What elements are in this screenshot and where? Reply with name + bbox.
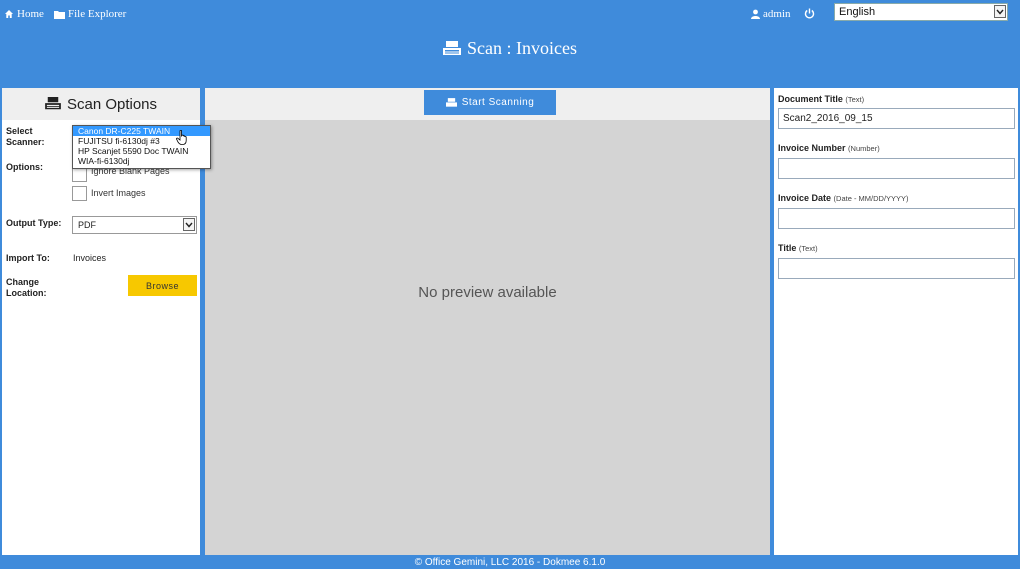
title-hint: (Text) [798,244,818,253]
change-location-label: Change Location: [6,277,47,298]
scan-options-header: Scan Options [2,88,200,120]
document-title-label: Document Title (Text) [778,94,864,104]
folder-icon [54,10,65,19]
ignore-blank-checkbox[interactable] [72,167,87,182]
import-to-label: Import To: [6,253,50,263]
no-preview-message: No preview available [418,284,557,301]
scanner-option[interactable]: HP Scanjet 5590 Doc TWAIN [73,146,210,156]
invoice-date-label: Invoice Date (Date - MM/DD/YYYY) [778,193,909,203]
user-name: admin [763,8,791,20]
top-bar: Home File Explorer admin English Scan : … [0,0,1020,88]
title-label: Title (Text) [778,243,818,253]
invoice-number-label-text: Invoice Number [778,143,846,153]
page-title-text: Scan : Invoices [467,38,577,58]
preview-toolbar: Start Scanning [205,88,770,120]
browse-button[interactable]: Browse [128,275,197,296]
select-scanner-label: Select Scanner: [6,126,45,147]
document-title-field[interactable] [778,108,1015,129]
user-icon [751,9,760,19]
home-icon [4,9,14,19]
language-selected: English [839,6,876,18]
title-label-text: Title [778,243,797,253]
output-type-value: PDF [78,220,96,230]
user-menu[interactable]: admin [751,8,791,20]
document-title-hint: (Text) [845,95,865,104]
scanner-icon [443,40,462,57]
scanner-icon [45,97,61,111]
scanner-dropdown-list[interactable]: Canon DR-C225 TWAIN FUJITSU fi-6130dj #3… [72,125,211,169]
scan-options-title: Scan Options [66,95,158,113]
invoice-number-hint: (Number) [848,144,880,153]
output-type-label: Output Type: [6,218,62,228]
invoice-date-field[interactable] [778,208,1015,229]
scanner-icon [445,97,457,108]
options-label: Options: [6,162,43,172]
output-type-select[interactable]: PDF [72,216,197,234]
page-title: Scan : Invoices [0,38,1020,59]
preview-panel: Start Scanning No preview available [205,88,770,555]
scanner-option[interactable]: Canon DR-C225 TWAIN [73,126,210,136]
start-scanning-label: Start Scanning [461,97,535,108]
chevron-down-icon [183,218,195,231]
index-fields-panel: Document Title (Text) Invoice Number (Nu… [774,88,1018,555]
invoice-date-label-text: Invoice Date [778,193,832,203]
nav-home-link[interactable]: Home [4,8,44,20]
title-field[interactable] [778,258,1015,279]
invoice-number-label: Invoice Number (Number) [778,143,880,153]
logout-button[interactable] [804,8,815,22]
power-icon [804,8,815,19]
start-scanning-button[interactable]: Start Scanning [424,90,556,115]
import-to-value: Invoices [73,253,107,263]
chevron-down-icon [994,5,1006,18]
invoice-date-hint: (Date - MM/DD/YYYY) [833,194,909,203]
hand-cursor-icon [176,129,188,145]
document-title-label-text: Document Title [778,94,843,104]
invert-images-checkbox[interactable] [72,186,87,201]
nav-file-explorer-link[interactable]: File Explorer [54,8,126,20]
invoice-number-field[interactable] [778,158,1015,179]
nav-home-label: Home [17,8,44,20]
scan-options-panel: Scan Options Select Scanner: Canon DR-C2… [2,88,211,555]
language-select[interactable]: English [834,3,1008,21]
nav-file-explorer-label: File Explorer [68,8,127,20]
invert-images-label: Invert Images [91,188,146,198]
footer-copyright: © Office Gemini, LLC 2016 - Dokmee 6.1.0 [414,557,606,568]
scanner-option[interactable]: WIA-fi-6130dj [73,156,210,166]
scanner-option[interactable]: FUJITSU fi-6130dj #3 [73,136,210,146]
